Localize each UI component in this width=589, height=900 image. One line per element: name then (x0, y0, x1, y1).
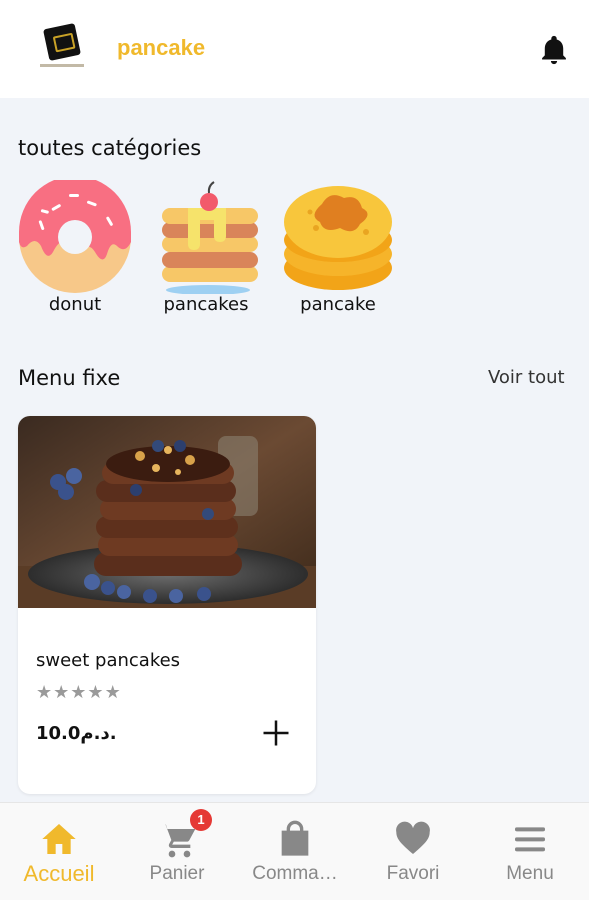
product-price: 10.0د.م. (36, 723, 117, 744)
category-label: pancake (300, 294, 376, 315)
nav-menu[interactable]: Menu (471, 803, 589, 900)
see-all-link[interactable]: Voir tout (488, 367, 565, 388)
product-name: sweet pancakes (36, 650, 181, 671)
home-icon (42, 824, 76, 854)
product-photo (18, 416, 316, 608)
star-icon: ★ (70, 682, 88, 703)
star-icon: ★ (87, 682, 105, 703)
nav-commandes[interactable]: Comma… (236, 803, 354, 900)
star-icon: ★ (53, 682, 71, 703)
nav-panier[interactable]: 1 Panier (118, 803, 236, 900)
product-card[interactable]: sweet pancakes ★★★★★ 10.0د.م. (18, 416, 316, 794)
category-label: pancakes (163, 294, 249, 315)
rating-stars: ★★★★★ (36, 682, 122, 703)
category-label: donut (48, 294, 102, 315)
donut-icon (19, 180, 131, 293)
bell-icon[interactable] (537, 32, 571, 68)
nav-label: Panier (149, 863, 205, 884)
heart-icon (396, 821, 430, 854)
cart-badge: 1 (190, 809, 212, 831)
nav-label: Menu (506, 863, 554, 884)
add-to-cart-plus-icon[interactable] (261, 718, 291, 748)
category-pancakes[interactable]: pancakes (146, 180, 266, 315)
nav-favori[interactable]: Favori (354, 803, 472, 900)
hamburger-menu-icon (515, 827, 545, 852)
star-icon: ★ (36, 682, 54, 703)
menu-fixe-title: Menu fixe (18, 366, 121, 390)
pancake-icon (284, 186, 392, 290)
brand-logo (40, 23, 84, 74)
star-icon: ★ (104, 682, 122, 703)
nav-label: Favori (386, 863, 440, 884)
category-pancake[interactable]: pancake (278, 180, 398, 315)
shopping-bag-icon (281, 820, 309, 856)
nav-accueil[interactable]: Accueil (0, 803, 118, 900)
top-app-bar: pancake (0, 0, 589, 98)
brand-name: pancake (117, 35, 206, 60)
categories-title: toutes catégories (18, 136, 202, 160)
nav-label: Accueil (23, 861, 95, 886)
bottom-navigation: Accueil 1 Panier Comma… Favori Menu (0, 802, 589, 900)
pancake-stack-icon (162, 181, 258, 294)
nav-label: Comma… (252, 863, 338, 884)
category-donut[interactable]: donut (15, 180, 135, 315)
